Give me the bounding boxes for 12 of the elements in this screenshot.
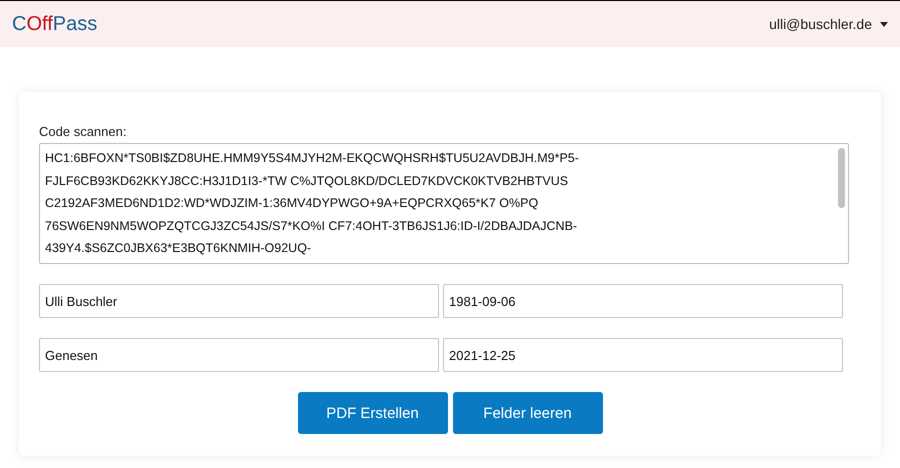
- app-logo[interactable]: COffPass: [12, 12, 98, 36]
- scrollbar-thumb[interactable]: [838, 148, 845, 208]
- user-menu[interactable]: ulli@buschler.de: [769, 16, 888, 32]
- text-input[interactable]: Genesen: [39, 338, 439, 372]
- text-input[interactable]: 1981-09-06: [443, 284, 843, 318]
- code-textarea[interactable]: HC1:6BFOXN*TS0BI$ZD8UHE.HMM9Y5S4MJYH2M-EKQCWQHSRH$TU5U2AVDBJH.M9*P5- FJLF6CB93KD62KKYJ8CC:H3J1D1I3-*TW C%JTQOL8KD/DCLED7KDVCK0KTVB2HBTVUS C2192AF3MED6ND1D2:WD*WDJZIM-1:36MV4DYPWGO+9A+EQPCRXQ65*K7 O%PQ 76SW6EN9NM5WOPZQTCGJ3ZC54JS/S7*KO%I CF7:4OHT-3TB6JS1J6:ID-I/2DBAJDAJCNB- 439Y4.$S6ZC0JBX63*E3BQT6KNMIH-O92UQ-: [39, 143, 849, 264]
- text-input[interactable]: Ulli Buschler: [39, 284, 439, 318]
- clear-fields-button[interactable]: Felder leeren: [452, 392, 602, 434]
- caret-icon: [880, 22, 888, 26]
- text-input[interactable]: 2021-12-25: [443, 338, 843, 372]
- code-label: Code scannen:: [39, 124, 128, 139]
- create-pdf-button[interactable]: PDF Erstellen: [298, 392, 448, 434]
